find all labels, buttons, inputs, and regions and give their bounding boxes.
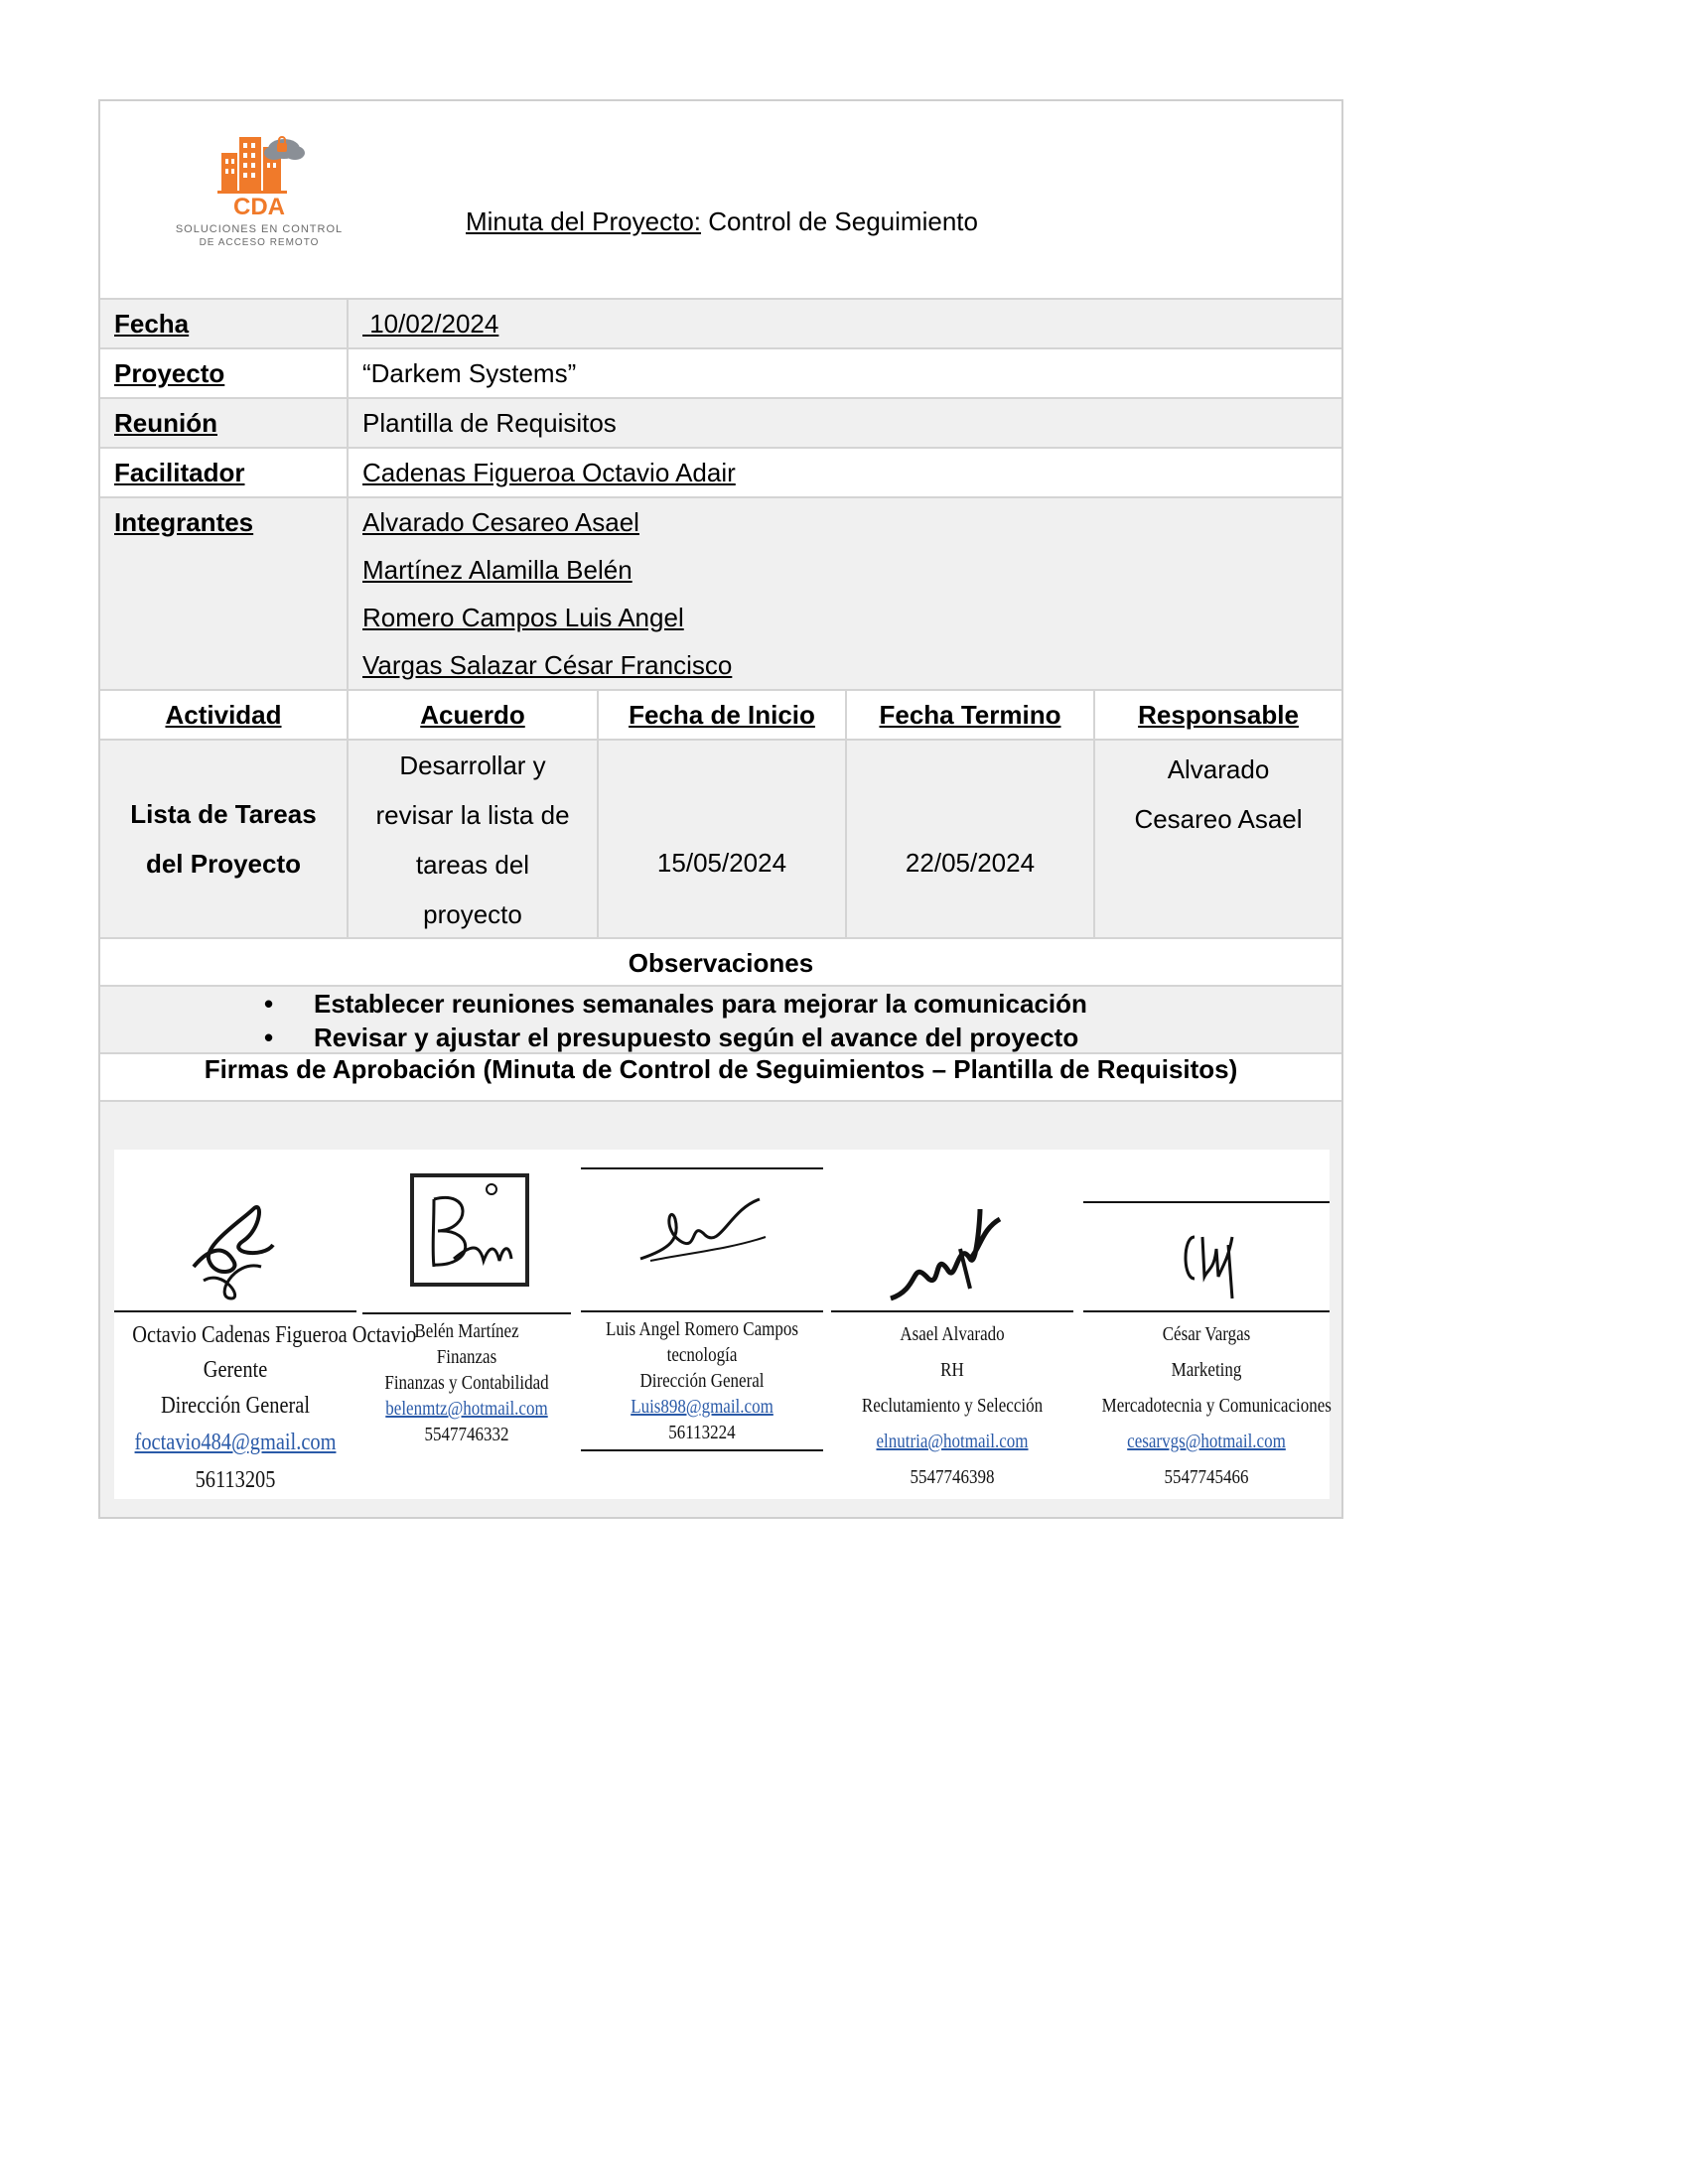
cda-logo: CDA SOLUCIONES EN CONTROL DE ACCESO REMO… [176, 136, 343, 248]
title-rest: Control de Seguimiento [701, 206, 978, 236]
signature-belen [410, 1173, 529, 1287]
reunion-row: Reunión Plantilla de Requisitos [100, 399, 1341, 449]
signer-email[interactable]: cesarvgs@hotmail.com [1102, 1424, 1312, 1459]
svg-text:CDA: CDA [233, 194, 285, 220]
signer-role: Finanzas [436, 1346, 497, 1368]
integrantes-row: Integrantes Alvarado Cesareo Asael Martí… [100, 498, 1341, 691]
signer-card: Octavio Cadenas Figueroa Octavio Gerente… [114, 1150, 417, 1499]
observaciones-list: Establecer reuniones semanales para mejo… [100, 987, 1341, 1054]
fecha-termino-value: 22/05/2024 [905, 848, 1036, 878]
integrantes-label: Integrantes [100, 498, 349, 689]
fecha-inicio-value: 15/05/2024 [656, 848, 787, 878]
fecha-row: Fecha 10/02/2024 [100, 300, 1341, 349]
observacion-item: Establecer reuniones semanales para mejo… [100, 987, 1341, 1021]
document-header: CDA SOLUCIONES EN CONTROL DE ACCESO REMO… [100, 101, 1341, 300]
signer-role: Marketing [1171, 1359, 1242, 1381]
acuerdo-cell: Desarrollar y revisar la lista de tareas… [349, 741, 599, 937]
actividad-line: del Proyecto [145, 849, 302, 879]
signer-name: Asael Alvarado [900, 1323, 1005, 1345]
signer-phone: 56113224 [668, 1422, 736, 1443]
activity-row: Lista de Tareas del Proyecto Desarrollar… [100, 741, 1341, 939]
col-responsable: Responsable [1138, 700, 1299, 730]
acuerdo-line: proyecto [423, 899, 522, 929]
document-title: Minuta del Proyecto: Control de Seguimie… [466, 206, 978, 237]
fecha-termino-cell: 22/05/2024 [847, 741, 1095, 937]
signer-email[interactable]: foctavio484@gmail.com [132, 1424, 338, 1461]
reunion-value: Plantilla de Requisitos [362, 408, 617, 438]
fecha-inicio-cell: 15/05/2024 [599, 741, 847, 937]
col-actividad: Actividad [100, 691, 349, 739]
integrante-item: Romero Campos Luis Angel [362, 603, 684, 632]
signer-role: tecnología [666, 1344, 738, 1366]
firmas-title: Firmas de Aprobación (Minuta de Control … [100, 1054, 1341, 1102]
signer-role: RH [940, 1359, 964, 1381]
signer-dept: Finanzas y Contabilidad [384, 1372, 549, 1394]
proyecto-label: Proyecto [100, 349, 349, 397]
facilitador-label: Facilitador [100, 449, 349, 496]
signer-phone: 5547746332 [424, 1424, 509, 1445]
signer-card: Luis Angel Romero Campos tecnología Dire… [581, 1150, 823, 1499]
signer-email[interactable]: belenmtz@hotmail.com [378, 1396, 556, 1422]
signer-name: Octavio Cadenas Figueroa Octavio [132, 1322, 417, 1348]
signer-phone: 5547745466 [1164, 1466, 1249, 1488]
actividad-line: Lista de Tareas [130, 799, 317, 829]
signer-name: César Vargas [1162, 1323, 1251, 1345]
signer-phone: 56113205 [195, 1467, 276, 1493]
signer-name: Luis Angel Romero Campos [605, 1318, 799, 1340]
responsable-line: Cesareo Asael [1134, 804, 1303, 834]
actividad-cell: Lista de Tareas del Proyecto [100, 741, 349, 937]
signer-card: César Vargas Marketing Mercadotecnia y C… [1083, 1150, 1332, 1499]
integrantes-list: Alvarado Cesareo Asael Martínez Alamilla… [349, 498, 1341, 689]
signer-dept: Dirección General [639, 1370, 765, 1392]
activities-header-row: Actividad Acuerdo Fecha de Inicio Fecha … [100, 691, 1341, 741]
firmas-area: Octavio Cadenas Figueroa Octavio Gerente… [100, 1102, 1341, 1517]
signer-dept: Reclutamiento y Selección [861, 1395, 1044, 1417]
svg-text:SOLUCIONES EN CONTROL: SOLUCIONES EN CONTROL [176, 223, 343, 235]
reunion-label: Reunión [100, 399, 349, 447]
integrante-item: Martínez Alamilla Belén [362, 555, 633, 585]
responsable-cell: Alvarado Cesareo Asael [1095, 741, 1341, 937]
fecha-value: 10/02/2024 [362, 309, 499, 339]
acuerdo-line: tareas del [415, 850, 530, 880]
signer-card: Asael Alvarado RH Reclutamiento y Selecc… [831, 1150, 1073, 1499]
integrante-item: Vargas Salazar César Francisco [362, 650, 733, 680]
signer-name: Belén Martínez [414, 1320, 519, 1342]
observaciones-title: Observaciones [100, 939, 1341, 987]
svg-text:DE ACCESO REMOTO: DE ACCESO REMOTO [200, 237, 320, 248]
col-acuerdo: Acuerdo [349, 691, 599, 739]
signer-email[interactable]: elnutria@hotmail.com [849, 1424, 1055, 1459]
title-prefix: Minuta del Proyecto: [466, 206, 702, 236]
signer-card: Belén Martínez Finanzas Finanzas y Conta… [362, 1150, 571, 1499]
observacion-item: Revisar y ajustar el presupuesto según e… [100, 1021, 1341, 1054]
signer-phone: 5547746398 [910, 1466, 995, 1488]
integrante-item: Alvarado Cesareo Asael [362, 507, 639, 537]
minuta-document: CDA SOLUCIONES EN CONTROL DE ACCESO REMO… [98, 99, 1343, 1519]
acuerdo-line: revisar la lista de [375, 800, 570, 830]
fecha-label: Fecha [100, 300, 349, 347]
responsable-line: Alvarado [1167, 754, 1270, 784]
signature-asael [890, 1208, 1002, 1301]
signature-cesar [1184, 1235, 1234, 1299]
facilitador-row: Facilitador Cadenas Figueroa Octavio Ada… [100, 449, 1341, 498]
col-fecha-termino: Fecha Termino [847, 691, 1095, 739]
acuerdo-line: Desarrollar y [399, 751, 546, 780]
signature-octavio [192, 1205, 275, 1300]
proyecto-row: Proyecto “Darkem Systems” [100, 349, 1341, 399]
signatures-image: Octavio Cadenas Figueroa Octavio Gerente… [114, 1150, 1332, 1499]
facilitador-value: Cadenas Figueroa Octavio Adair [362, 458, 736, 487]
col-fecha-inicio: Fecha de Inicio [599, 691, 847, 739]
signer-dept: Mercadotecnia y Comunicaciones [1101, 1395, 1332, 1417]
signer-dept: Dirección General [160, 1393, 311, 1419]
proyecto-value: “Darkem Systems” [362, 358, 577, 388]
signature-luis [639, 1197, 767, 1262]
signer-email[interactable]: Luis898@gmail.com [599, 1394, 804, 1420]
signer-role: Gerente [203, 1357, 268, 1383]
